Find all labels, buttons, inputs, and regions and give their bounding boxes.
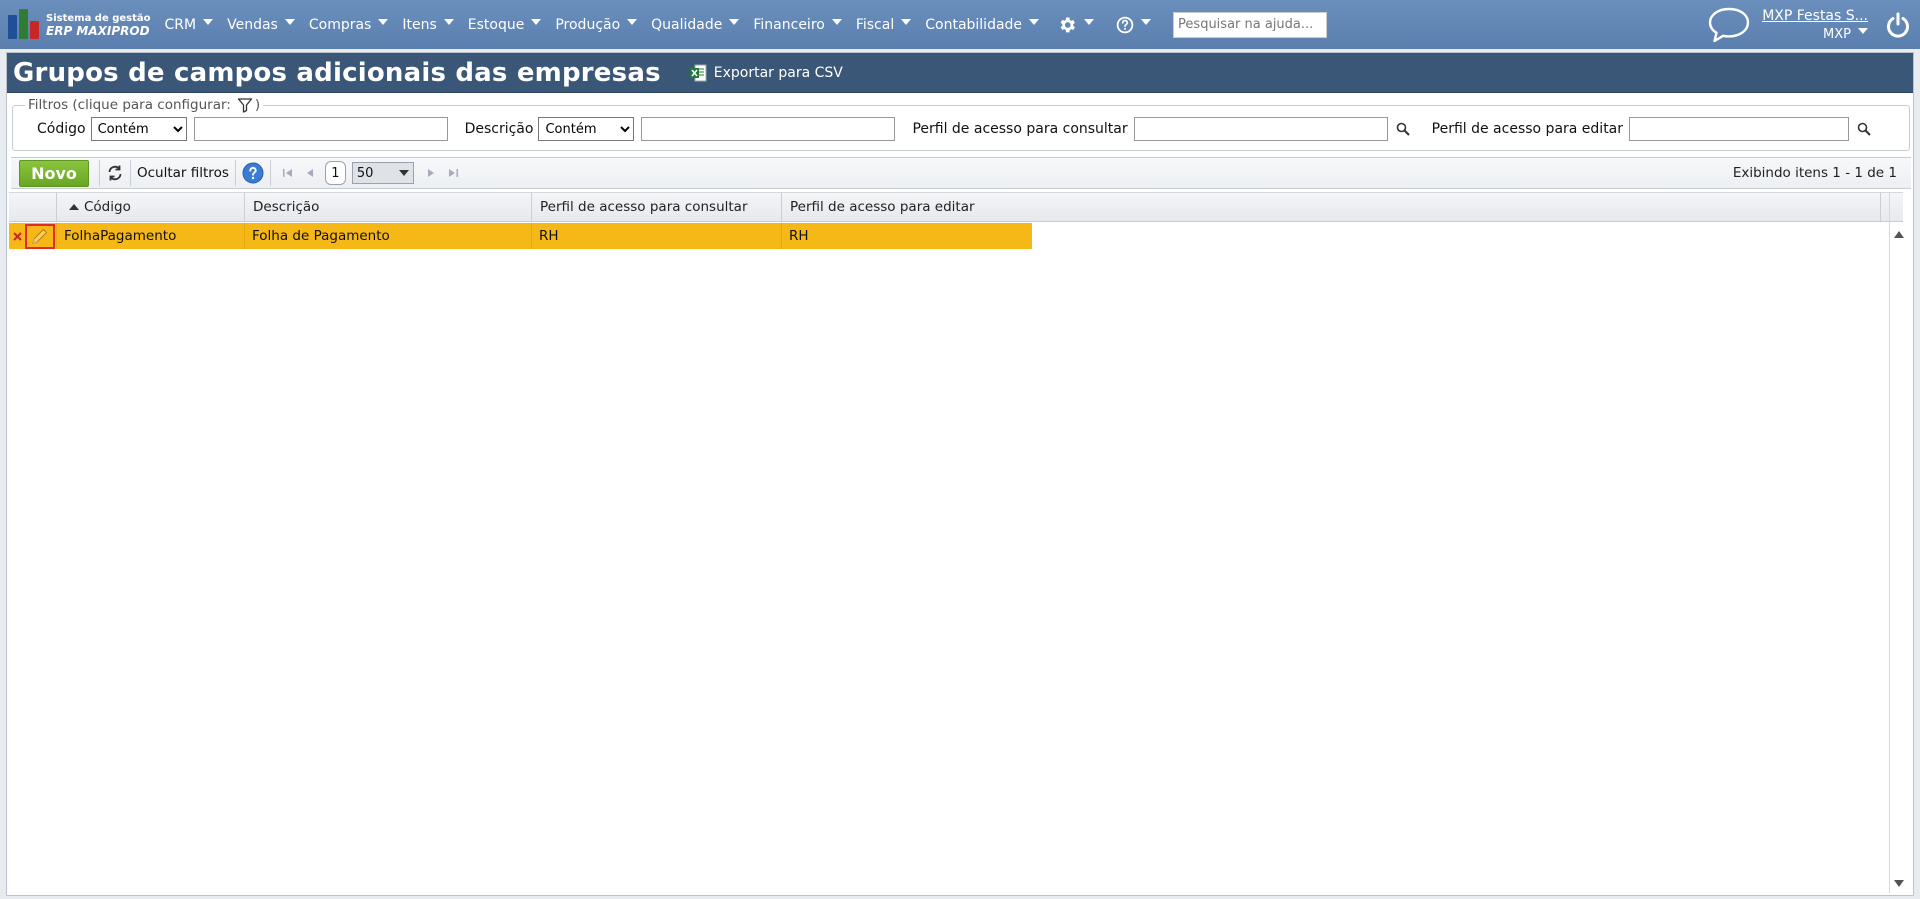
chevron-down-icon	[831, 18, 842, 25]
filters-legend[interactable]: Filtros (clique para configurar: )	[25, 97, 264, 113]
chevron-down-icon	[443, 18, 454, 25]
chevron-down-icon	[901, 18, 912, 25]
column-header-editar[interactable]: Perfil de acesso para editar	[782, 193, 1881, 221]
row-actions	[9, 223, 57, 249]
chevron-down-icon	[627, 18, 638, 25]
hide-filters-button[interactable]: Ocultar filtros	[137, 165, 229, 181]
table-row[interactable]: FolhaPagamento Folha de Pagamento RH RH	[9, 223, 1032, 249]
new-button[interactable]: Novo	[19, 159, 89, 187]
grid-header-actions	[9, 193, 57, 221]
grid-toolbar: Novo Ocultar filtros 1 50 Exibindo itens…	[11, 157, 1911, 189]
main-panel: Grupos de campos adicionais das empresas…	[6, 52, 1914, 896]
consultar-filter-label: Perfil de acesso para consultar	[912, 121, 1128, 137]
codigo-filter-label: Código	[37, 121, 86, 137]
column-header-consultar[interactable]: Perfil de acesso para consultar	[532, 193, 782, 221]
title-bar: Grupos de campos adicionais das empresas…	[7, 53, 1913, 93]
grid-body: FolhaPagamento Folha de Pagamento RH RH	[9, 223, 1903, 893]
help-search-input[interactable]	[1173, 11, 1328, 38]
excel-file-icon	[689, 64, 707, 81]
top-navigation-bar: Sistema de gestão ERP MAXIPROD CRM Venda…	[0, 0, 1920, 49]
chevron-down-icon	[1141, 18, 1152, 25]
company-selector[interactable]: MXP	[1823, 27, 1868, 42]
consultar-filter-input[interactable]	[1133, 117, 1388, 141]
codigo-filter-input[interactable]	[193, 117, 448, 141]
export-csv-button[interactable]: Exportar para CSV	[689, 64, 843, 82]
edit-button[interactable]	[25, 223, 55, 249]
chevron-down-icon	[398, 170, 409, 176]
menu-financeiro[interactable]: Financeiro	[753, 17, 849, 33]
codigo-filter-mode-select[interactable]: Contém	[90, 117, 187, 141]
column-header-descricao[interactable]: Descrição	[245, 193, 532, 221]
editar-filter-label: Perfil de acesso para editar	[1431, 121, 1624, 137]
delete-icon[interactable]	[13, 231, 22, 241]
descricao-filter-input[interactable]	[641, 117, 896, 141]
pencil-icon	[32, 228, 48, 244]
user-name-link[interactable]: MXP Festas S...	[1762, 8, 1868, 24]
descricao-filter-mode-select[interactable]: Contém	[538, 117, 635, 141]
logo-line1: Sistema de gestão	[46, 12, 151, 24]
grid-scrollbar[interactable]	[1891, 223, 1907, 893]
filters-fieldset: Filtros (clique para configurar: ) Códig…	[12, 97, 1910, 151]
search-icon[interactable]	[1396, 122, 1410, 136]
previous-page-icon[interactable]	[304, 167, 316, 179]
menu-crm[interactable]: CRM	[165, 17, 222, 33]
chat-bubble-icon[interactable]	[1706, 5, 1752, 45]
logo-bars-icon	[6, 7, 42, 43]
sort-ascending-icon	[69, 204, 79, 210]
next-page-icon[interactable]	[425, 167, 437, 179]
scroll-down-icon[interactable]	[1893, 879, 1905, 889]
first-page-icon[interactable]	[282, 167, 294, 179]
pager-info: Exibindo itens 1 - 1 de 1	[1732, 165, 1897, 181]
cell-descricao: Folha de Pagamento	[245, 223, 532, 249]
menu-contabilidade[interactable]: Contabilidade	[925, 17, 1047, 33]
last-page-icon[interactable]	[447, 167, 459, 179]
current-page-input[interactable]: 1	[324, 161, 346, 185]
menu-estoque[interactable]: Estoque	[468, 17, 550, 33]
chevron-down-icon	[531, 18, 542, 25]
chevron-down-icon	[284, 18, 295, 25]
gear-icon	[1060, 17, 1075, 32]
page-title: Grupos de campos adicionais das empresas	[13, 57, 661, 88]
settings-menu[interactable]	[1053, 15, 1102, 35]
chevron-down-icon	[729, 18, 740, 25]
chevron-down-icon	[1029, 18, 1040, 25]
menu-compras[interactable]: Compras	[309, 17, 397, 33]
menu-itens[interactable]: Itens	[402, 17, 461, 33]
filter-row: Código Contém Descrição Contém Perfil de…	[13, 116, 1871, 142]
menu-producao[interactable]: Produção	[555, 17, 645, 33]
chevron-down-icon	[1858, 28, 1868, 34]
chevron-down-icon	[1084, 18, 1095, 25]
column-header-codigo[interactable]: Código	[57, 193, 245, 221]
menu-qualidade[interactable]: Qualidade	[651, 17, 747, 33]
menu-vendas[interactable]: Vendas	[227, 17, 303, 33]
cell-consultar: RH	[532, 223, 782, 249]
page-size-select[interactable]: 50	[351, 162, 414, 184]
main-menu: CRM Vendas Compras Itens Estoque Produçã…	[165, 0, 1328, 49]
logo-line2: ERP MAXIPROD	[46, 23, 150, 38]
power-icon[interactable]	[1884, 11, 1912, 39]
question-circle-icon	[1116, 16, 1134, 33]
erp-logo[interactable]: Sistema de gestão ERP MAXIPROD	[6, 7, 151, 43]
menu-fiscal[interactable]: Fiscal	[856, 17, 919, 33]
refresh-icon[interactable]	[106, 164, 124, 182]
editar-filter-input[interactable]	[1629, 117, 1850, 141]
funnel-icon[interactable]	[237, 97, 253, 113]
search-icon[interactable]	[1857, 122, 1871, 136]
user-info: MXP Festas S... MXP	[1762, 8, 1868, 42]
cell-codigo: FolhaPagamento	[57, 223, 245, 249]
cell-editar: RH	[789, 228, 809, 244]
grid-header: Código Descrição Perfil de acesso para c…	[9, 192, 1903, 222]
descricao-filter-label: Descrição	[464, 121, 534, 137]
chevron-down-icon	[378, 18, 389, 25]
chevron-down-icon	[203, 18, 214, 25]
scroll-up-icon[interactable]	[1893, 229, 1905, 239]
help-menu[interactable]	[1108, 16, 1159, 34]
help-icon[interactable]	[242, 162, 264, 184]
